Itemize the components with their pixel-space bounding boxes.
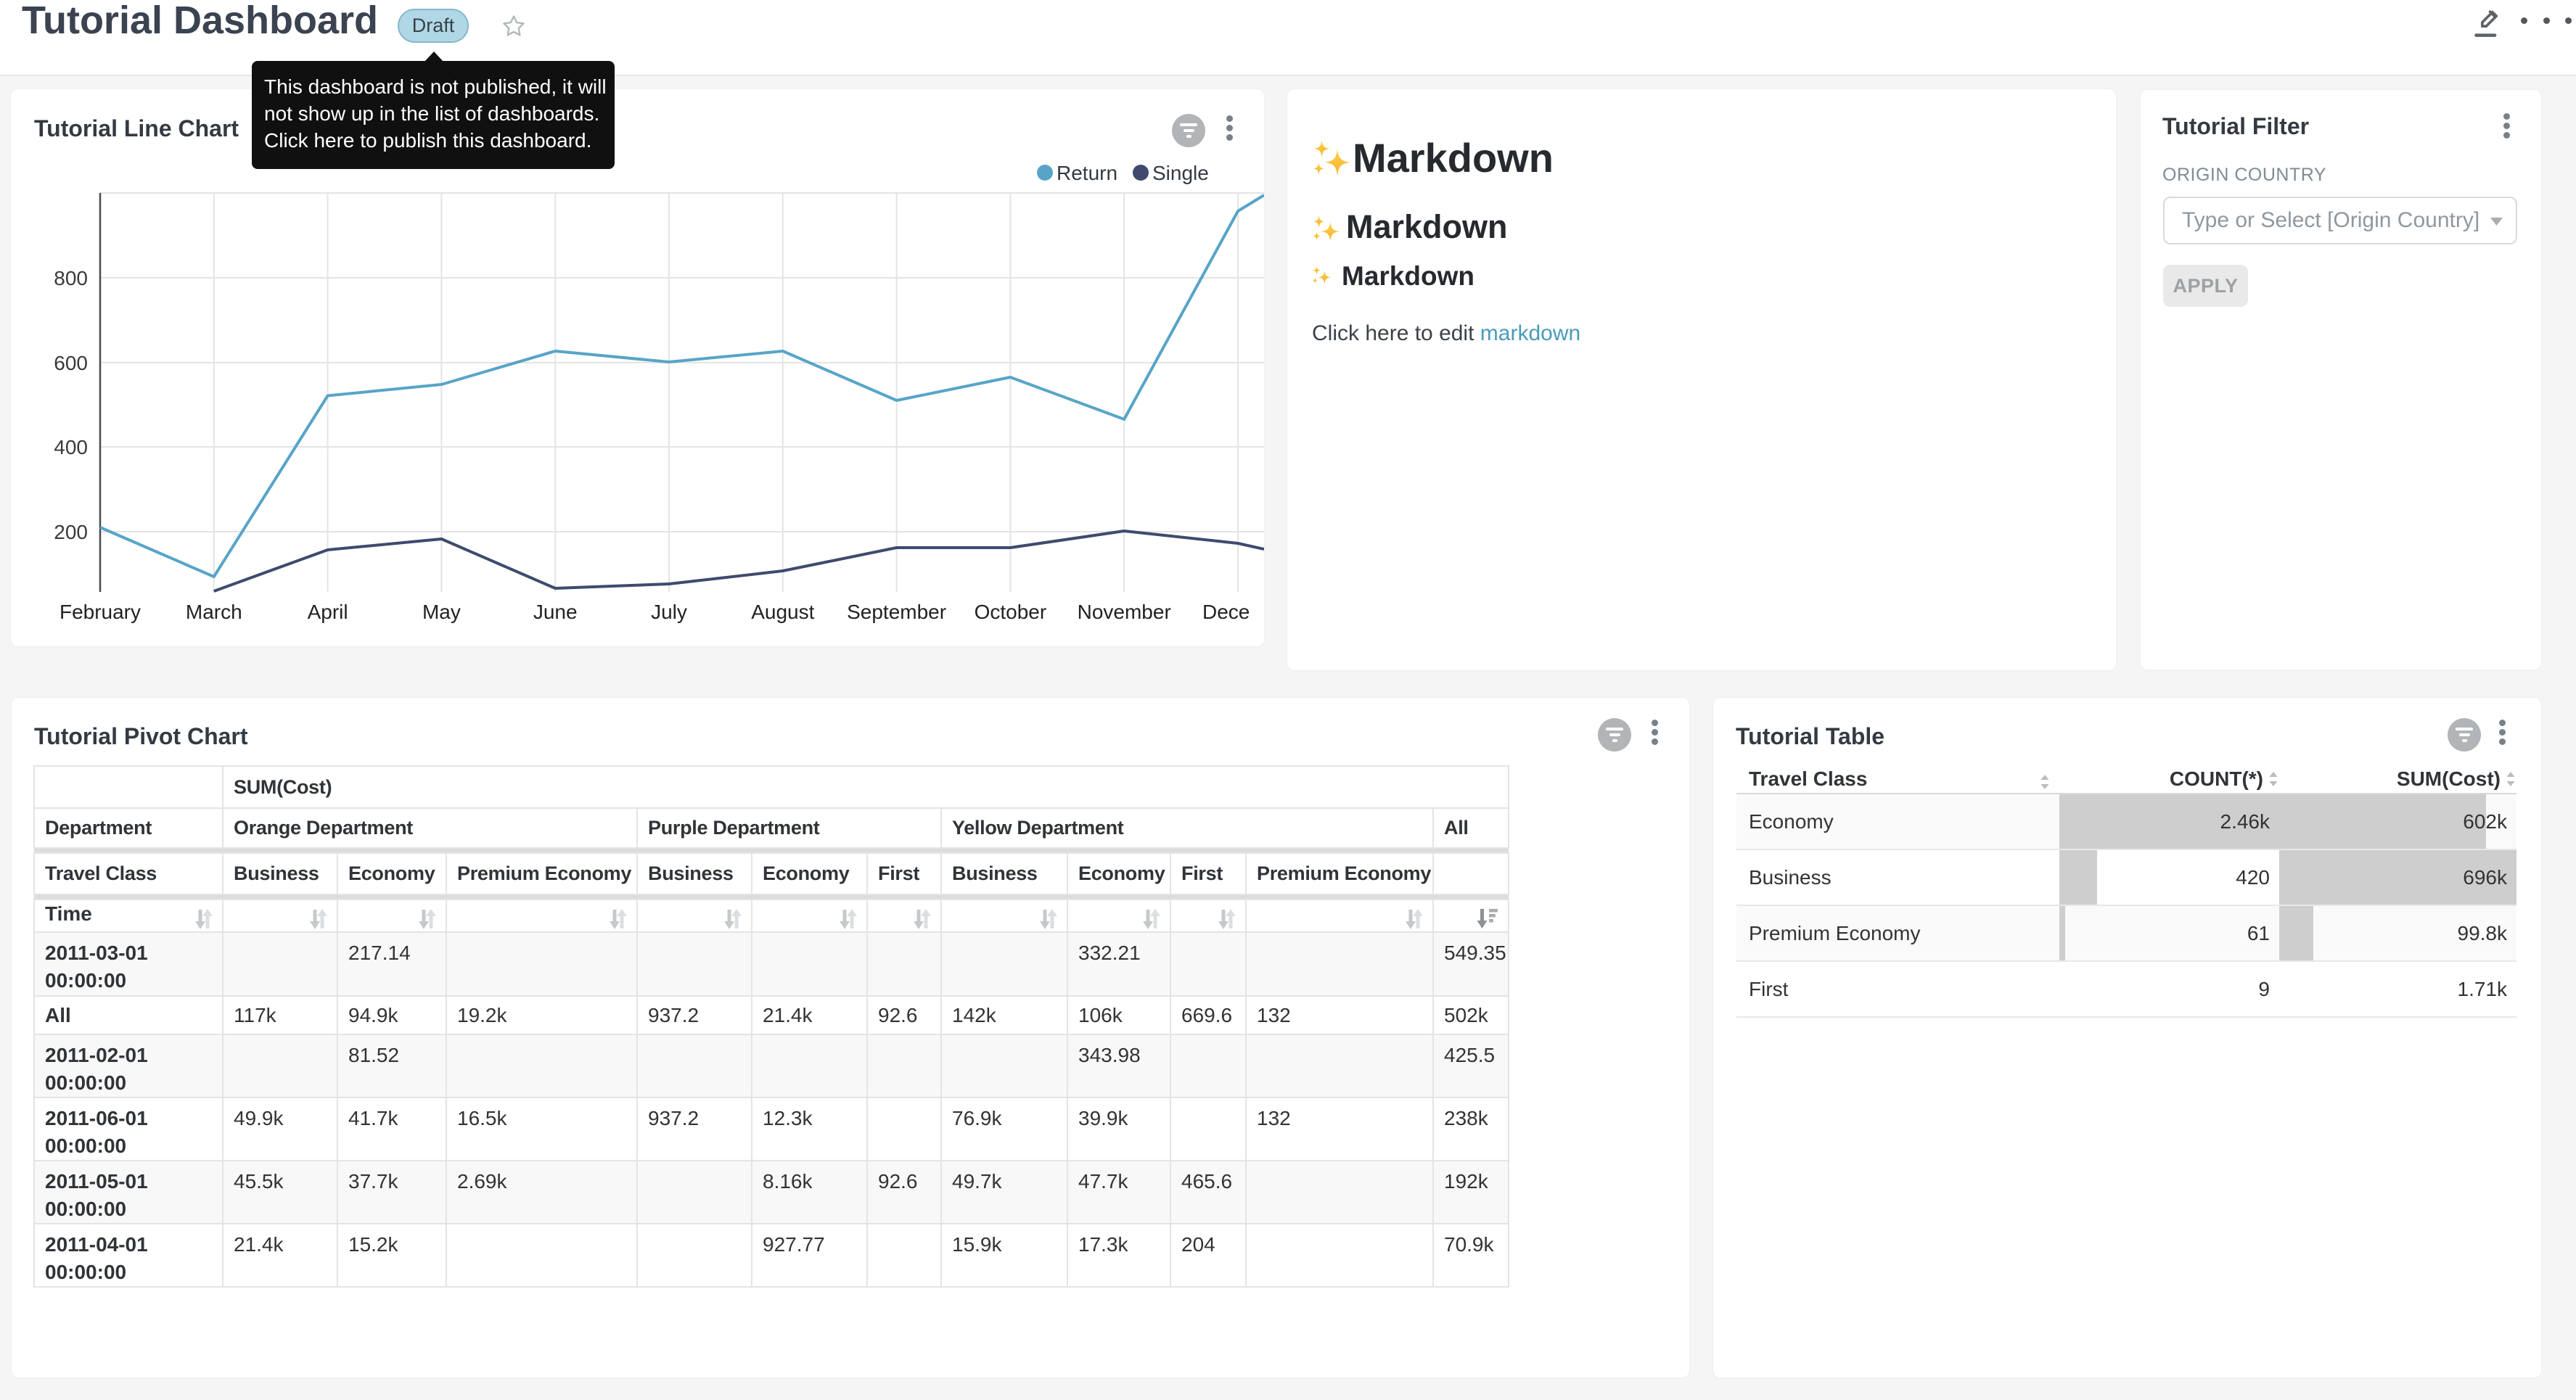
svg-text:March: March bbox=[186, 601, 242, 623]
svg-text:October: October bbox=[975, 601, 1047, 623]
svg-text:August: August bbox=[751, 601, 814, 623]
svg-text:600: 600 bbox=[54, 352, 88, 374]
svg-text:April: April bbox=[308, 601, 348, 623]
svg-text:Single: Single bbox=[1152, 162, 1209, 184]
svg-text:200: 200 bbox=[54, 521, 88, 543]
svg-text:July: July bbox=[651, 601, 687, 623]
svg-text:May: May bbox=[422, 601, 461, 623]
svg-text:November: November bbox=[1078, 601, 1171, 623]
svg-text:400: 400 bbox=[54, 436, 88, 458]
svg-text:Return: Return bbox=[1057, 162, 1117, 184]
svg-text:800: 800 bbox=[54, 267, 88, 289]
svg-text:February: February bbox=[60, 601, 141, 623]
svg-text:June: June bbox=[533, 601, 578, 623]
svg-text:September: September bbox=[847, 601, 946, 623]
svg-text:Dece: Dece bbox=[1202, 601, 1250, 623]
